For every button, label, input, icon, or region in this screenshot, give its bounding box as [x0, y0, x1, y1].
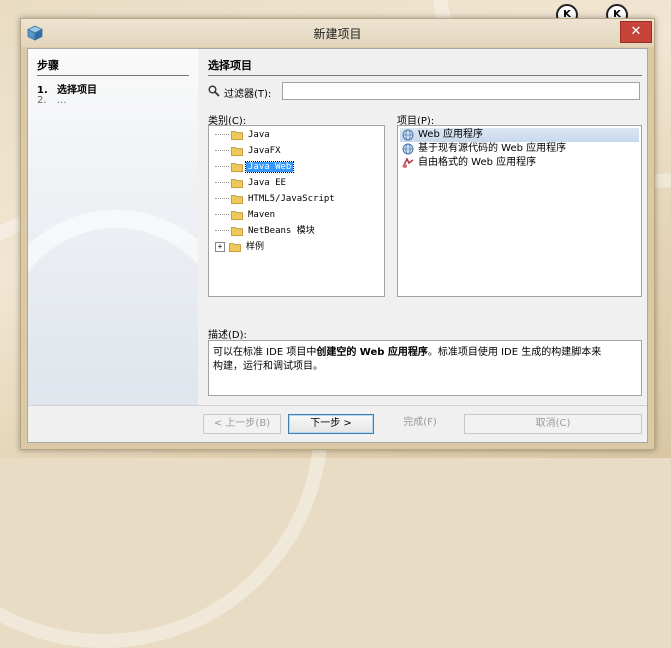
globe-icon [402, 129, 414, 141]
tree-item-netbeans-module[interactable]: NetBeans 模块 [215, 224, 317, 239]
description-box: 可以在标准 IDE 项目中创建空的 Web 应用程序。标准项目使用 IDE 生成… [208, 340, 642, 396]
description-label: 描述(D): [208, 330, 247, 341]
next-button[interactable]: 下一步 > [288, 414, 374, 434]
filter-input[interactable] [282, 82, 640, 100]
title-bar[interactable]: 新建项目 ✕ [21, 19, 654, 47]
folder-icon [231, 210, 243, 220]
project-item-freeform-web-app[interactable]: 自由格式的 Web 应用程序 [400, 156, 639, 170]
globe-icon [402, 143, 414, 155]
folder-icon [231, 194, 243, 204]
button-bar: < 上一步(B) 下一步 > 完成(F) 取消(C) [28, 405, 647, 442]
folder-icon [229, 242, 241, 252]
step-item: 2.... [37, 95, 67, 106]
page-title: 选择项目 [208, 57, 642, 76]
folder-icon [231, 146, 243, 156]
tree-item-java[interactable]: Java [215, 128, 272, 143]
folder-icon [231, 130, 243, 140]
steps-heading: 步骤 [37, 57, 189, 76]
folder-icon [231, 226, 243, 236]
tree-item-html5[interactable]: HTML5/JavaScript [215, 192, 337, 207]
filter-label: 过滤器(T): [224, 89, 272, 100]
finish-button[interactable]: 完成(F) [385, 414, 455, 434]
close-button[interactable]: ✕ [620, 21, 652, 43]
filter-row: 过滤器(T): [208, 82, 648, 102]
search-icon [208, 85, 220, 97]
back-button[interactable]: < 上一步(B) [203, 414, 281, 434]
folder-icon [231, 178, 243, 188]
expand-plus-icon[interactable]: + [215, 241, 225, 252]
tree-item-maven[interactable]: Maven [215, 208, 277, 223]
tree-item-java-web[interactable]: Java Web [215, 160, 295, 175]
window-title: 新建项目 [313, 27, 362, 41]
freeform-icon [402, 157, 414, 168]
folder-icon [231, 162, 243, 172]
steps-panel: 步骤 1. 选择项目 2.... [28, 49, 198, 406]
tree-item-javafx[interactable]: JavaFX [215, 144, 283, 159]
cancel-button[interactable]: 取消(C) [464, 414, 642, 434]
step-item: 1. 选择项目 [37, 85, 97, 96]
categories-tree[interactable]: Java JavaFX Java Web Java EE HTML5/JavaS… [208, 125, 385, 297]
projects-list[interactable]: Web 应用程序 基于现有源代码的 Web 应用程序 自由格式的 Web 应用程… [397, 125, 642, 297]
project-item-web-app-existing[interactable]: 基于现有源代码的 Web 应用程序 [400, 142, 639, 156]
tree-item-samples[interactable]: + 样例 [215, 240, 266, 255]
new-project-dialog: 新建项目 ✕ 步骤 1. 选择项目 2.... 选择项目 过滤器(T): 类别(… [20, 18, 655, 450]
project-item-web-app[interactable]: Web 应用程序 [400, 128, 639, 142]
tree-item-java-ee[interactable]: Java EE [215, 176, 288, 191]
dialog-body: 步骤 1. 选择项目 2.... 选择项目 过滤器(T): 类别(C): Jav… [27, 48, 648, 443]
main-panel: 选择项目 过滤器(T): 类别(C): Java JavaFX Java Web… [208, 49, 647, 406]
